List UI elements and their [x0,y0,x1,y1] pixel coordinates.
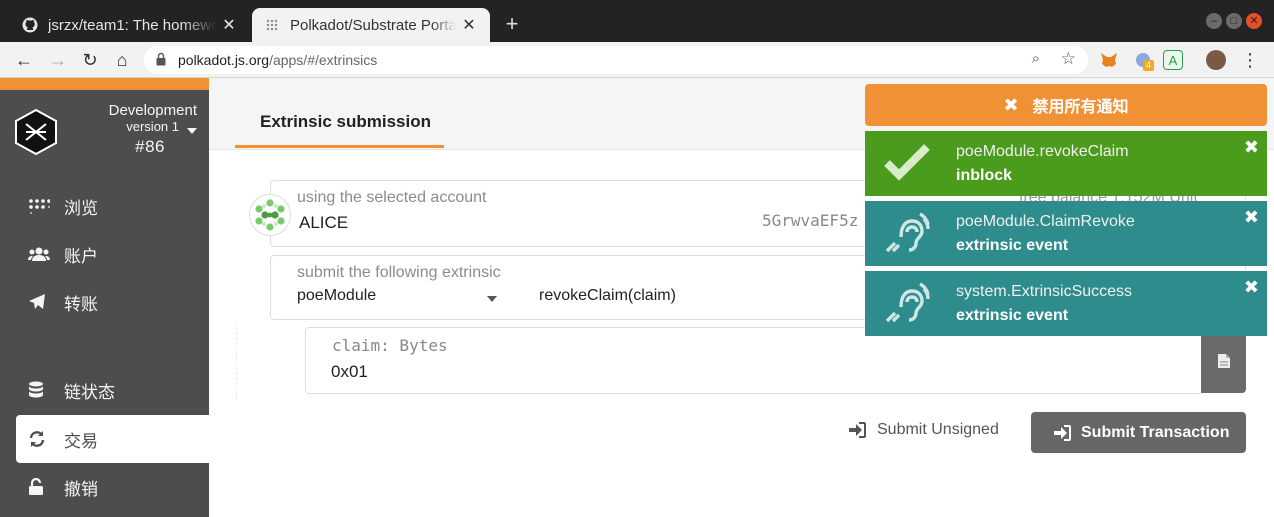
account-label: using the selected account [297,189,487,206]
sidebar: Development version 1 #86 浏览 账户 转账 链状态 交… [0,78,209,517]
sidebar-item-label: 交易 [64,431,98,451]
close-notification-icon[interactable]: ✖ [1244,137,1259,158]
notification-success: poeModule.revokeClaim inblock ✖ [865,131,1267,196]
sidebar-item-label: 浏览 [64,198,98,218]
sidebar-accent-bar [0,78,209,90]
module-select[interactable]: poeModule [297,287,376,305]
url-path: /apps/#/extrinsics [269,52,378,68]
close-icon: ✖ [1003,94,1019,115]
browser-toolbar: ← → ↻ ⌂ polkadot.js.org/apps/#/extrinsic… [0,42,1274,78]
account-identicon[interactable] [249,194,291,236]
home-icon[interactable]: ⌂ [110,48,134,72]
chevron-down-icon[interactable] [487,296,497,302]
notification-title: system.ExtrinsicSuccess [956,283,1133,300]
tab-title: Polkadot/Substrate Portal [290,16,456,34]
chain-info[interactable]: Development version 1 #86 [109,102,197,157]
sign-in-icon [1053,424,1071,441]
submit-transaction-label: Submit Transaction [1081,423,1230,441]
window-controls: – □ ✕ [1206,13,1262,29]
param-value: 0x01 [331,362,368,381]
new-tab-button[interactable]: + [500,12,524,36]
notification-event: system.ExtrinsicSuccess extrinsic event … [865,271,1267,336]
sidebar-item-explorer[interactable]: 浏览 [16,182,209,230]
close-notification-icon[interactable]: ✖ [1244,207,1259,228]
sidebar-item-extrinsics[interactable]: 交易 [16,415,209,463]
best-block: #86 [135,137,165,156]
substrate-logo-icon[interactable] [14,108,58,156]
browser-tab-github[interactable]: jsrzx/team1: The homework ✕ [10,8,250,42]
submit-transaction-button[interactable]: Submit Transaction [1031,412,1246,453]
chain-name: Development [108,102,197,119]
notification-status: extrinsic event [956,307,1069,324]
checkmark-icon [883,141,933,185]
notification-title: poeModule.revokeClaim [956,143,1129,160]
sidebar-item-label: 链状态 [64,382,115,402]
dismiss-all-notifications-button[interactable]: ✖ 禁用所有通知 [865,84,1267,126]
sidebar-item-accounts[interactable]: 账户 [16,230,209,278]
extrinsic-label: submit the following extrinsic [297,264,501,281]
url-text: polkadot.js.org/apps/#/extrinsics [178,52,377,68]
url-host: polkadot.js.org [178,52,270,68]
sidebar-item-label: 账户 [64,246,98,266]
dismiss-all-label: 禁用所有通知 [1032,99,1129,116]
chain-version: version 1 [126,119,179,134]
file-upload-button[interactable] [1201,327,1246,393]
account-name: ALICE [299,213,349,232]
back-icon[interactable]: ← [12,48,36,72]
minimize-icon[interactable]: – [1206,13,1222,29]
maximize-icon[interactable]: □ [1226,13,1242,29]
profile-avatar[interactable] [1206,50,1226,70]
send-icon [28,293,60,311]
menu-dots-icon[interactable]: ⋮ [1238,48,1262,72]
window-close-icon[interactable]: ✕ [1246,13,1262,29]
param-label: claim: Bytes [332,336,448,355]
polkadot-icon [264,17,280,33]
browser-tab-bar: jsrzx/team1: The homework ✕ Polkadot/Sub… [0,0,1274,42]
sidebar-item-label: 转账 [64,294,98,314]
notification-status: extrinsic event [956,237,1069,254]
lock-icon [156,52,166,66]
unlock-icon [28,478,60,496]
sign-in-icon [848,422,866,438]
claim-param-input[interactable]: claim: Bytes 0x01 [305,327,1202,394]
sidebar-item-label: 撤销 [64,479,98,499]
notification-title: poeModule.ClaimRevoke [956,213,1135,230]
browser-tab-polkadot[interactable]: Polkadot/Substrate Portal ✕ [252,8,490,42]
close-notification-icon[interactable]: ✖ [1244,277,1259,298]
assistive-listening-icon [883,211,933,255]
forward-icon[interactable]: → [46,48,70,72]
sync-icon [28,430,60,448]
tab-title: jsrzx/team1: The homework [48,16,216,34]
method-select[interactable]: revokeClaim(claim) [539,287,676,305]
assistive-listening-icon [883,281,933,325]
sidebar-item-chainstate[interactable]: 链状态 [16,366,209,414]
sidebar-item-sudo[interactable]: 撤销 [16,463,209,511]
zoom-icon[interactable]: ⌕ [1032,50,1040,67]
sidebar-item-transfer[interactable]: 转账 [16,278,209,326]
database-icon [28,381,60,399]
github-icon [22,17,38,33]
reload-icon[interactable]: ↻ [78,48,102,72]
notification-status: inblock [956,167,1013,184]
file-icon [1217,353,1231,374]
users-icon [28,246,60,262]
submit-unsigned-button[interactable]: Submit Unsigned [848,421,999,439]
close-tab-icon[interactable]: ✕ [220,15,238,35]
extension-circle-icon[interactable]: 4 [1133,50,1154,71]
account-address: 5GrwvaEF5z [762,211,859,230]
grid-icon [28,198,60,214]
chevron-down-icon [187,128,197,134]
address-bar[interactable]: polkadot.js.org/apps/#/extrinsics ⌕ ☆ [144,46,1088,74]
submit-unsigned-label: Submit Unsigned [877,421,999,438]
notification-event: poeModule.ClaimRevoke extrinsic event ✖ [865,201,1267,266]
extension-a-icon[interactable]: A [1163,50,1183,70]
tab-extrinsic-submission[interactable]: Extrinsic submission [235,100,444,148]
metamask-fox-icon[interactable] [1099,50,1119,70]
extension-badge: 4 [1143,60,1154,71]
bookmark-star-icon[interactable]: ☆ [1061,49,1076,69]
close-tab-icon[interactable]: ✕ [460,15,478,35]
